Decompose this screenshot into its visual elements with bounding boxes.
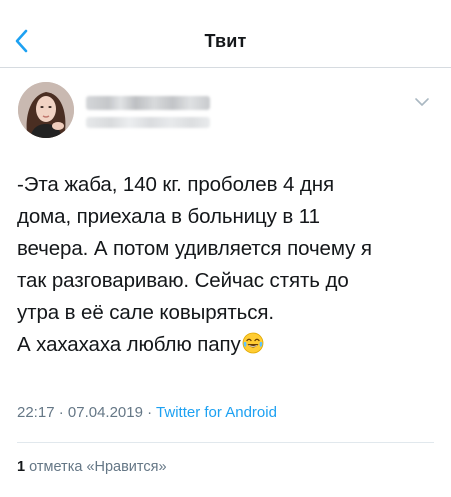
page-title: Твит [204,31,247,51]
meta-separator: · [58,404,64,421]
tweet-line: утра в её сале ковыряться. [17,301,274,324]
avatar-photo [18,82,74,138]
avatar[interactable] [18,82,74,138]
likes-label: отметка «Нравится» [29,459,167,475]
likes-count: 1 [17,459,26,475]
tweet-client-link[interactable]: Twitter for Android [156,404,277,421]
tweet-line: дома, приехала в больницу в 11 [17,205,320,228]
more-options-button[interactable] [413,95,431,109]
tweet-meta: 22:17 · 07.04.2019 · Twitter for Android [17,404,277,421]
face-with-tears-of-joy-icon [242,332,264,354]
chevron-down-icon [415,98,429,106]
divider [17,442,434,443]
tweet-line: вечера. А потом удивляется почему я [17,237,372,260]
likes-link[interactable]: 1 отметка «Нравится» [17,459,167,475]
tweet-line: А хахахаха люблю папу [17,333,241,356]
tweet-line: -Эта жаба, 140 кг. проболев 4 дня [17,173,334,196]
author-handle-redacted[interactable] [86,117,210,128]
navigation-header: Твит [0,0,451,68]
meta-separator: · [147,404,153,421]
tweet-date: 07.04.2019 [67,404,143,421]
tweet-line: так разговариваю. Сейчас стять до [17,269,349,292]
tweet-text: -Эта жаба, 140 кг. проболев 4 дня дома, … [17,169,437,361]
tweet-line-last: А хахахаха люблю папу [17,329,437,361]
tweet-time: 22:17 [17,404,55,421]
author-name-redacted[interactable] [86,96,210,110]
